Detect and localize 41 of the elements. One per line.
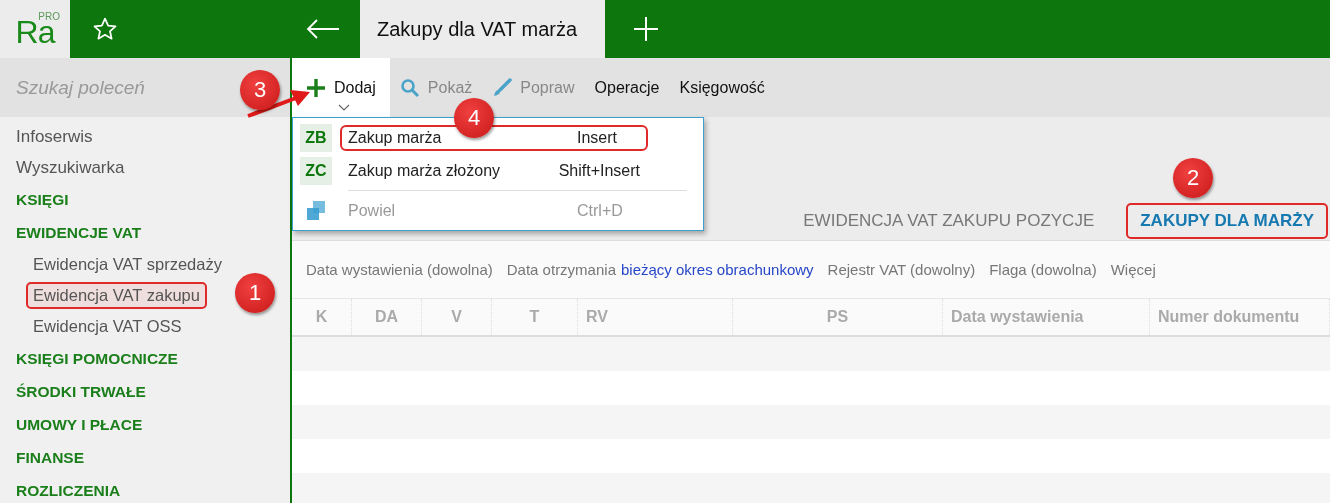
filter-button[interactable]: Data wystawienia (dowolna) xyxy=(306,261,493,278)
filter-button[interactable]: Rejestr VAT (dowolny) xyxy=(827,261,976,278)
back-arrow-icon[interactable] xyxy=(306,19,340,39)
filter-label[interactable]: Data otrzymania xyxy=(506,261,616,278)
nav-item[interactable]: Ewidencja VAT zakupu xyxy=(26,282,207,309)
chevron-down-icon xyxy=(338,104,350,111)
toolbar-button[interactable]: Księgowość xyxy=(669,58,775,117)
plus-icon[interactable] xyxy=(633,16,659,42)
table-row[interactable] xyxy=(292,439,1330,473)
table-row[interactable] xyxy=(292,405,1330,439)
filter-button[interactable]: Flaga (dowolna) xyxy=(989,261,1097,278)
toolbar-button[interactable]: Dodaj xyxy=(292,58,390,117)
nav-item[interactable]: Ewidencja VAT OSS xyxy=(26,313,189,340)
brush-icon xyxy=(492,77,513,98)
view-tab[interactable]: ZAKUPY DLA MARŻY xyxy=(1126,203,1328,239)
table-row[interactable] xyxy=(292,371,1330,405)
shortcut-code-badge: ZC xyxy=(300,156,332,185)
nav-section[interactable]: UMOWY I PŁACE xyxy=(0,408,143,441)
table-row[interactable] xyxy=(292,337,1330,371)
shortcut-code-badge: ZB xyxy=(300,123,332,152)
nav-section[interactable]: FINANSE xyxy=(0,441,85,474)
nav-link[interactable]: Infoserwis xyxy=(0,121,93,152)
table-row[interactable] xyxy=(292,473,1330,503)
nav-section[interactable]: ROZLICZENIA xyxy=(0,474,121,503)
nav-section[interactable]: KSIĘGI xyxy=(0,183,69,216)
plus-icon xyxy=(306,77,326,98)
view-tab[interactable]: EWIDENCJA VAT ZAKUPU POZYCJE xyxy=(789,203,1109,239)
filter-button[interactable]: Więcej xyxy=(1110,261,1156,278)
nav-section[interactable]: KSIĘGI POMOCNICZE xyxy=(0,342,178,375)
document-tab[interactable]: Zakupy dla VAT marża xyxy=(360,0,605,58)
menu-item[interactable]: Zakup marża złożony Shift+Insert xyxy=(340,157,648,184)
search-icon xyxy=(399,77,420,98)
nav-link[interactable]: Wyszukiwarka xyxy=(0,152,125,183)
app-logo: RaPRO xyxy=(0,0,70,58)
filter-value-link[interactable]: bieżący okres obrachunkowy xyxy=(621,261,814,278)
nav-section[interactable]: ŚRODKI TRWAŁE xyxy=(0,375,146,408)
nav-section[interactable]: EWIDENCJE VAT xyxy=(0,216,142,249)
nav-item[interactable]: Ewidencja VAT sprzedaży xyxy=(26,251,229,278)
star-icon[interactable] xyxy=(92,16,118,42)
copy-icon xyxy=(305,199,327,222)
toolbar-button[interactable]: Operacje xyxy=(584,58,670,117)
